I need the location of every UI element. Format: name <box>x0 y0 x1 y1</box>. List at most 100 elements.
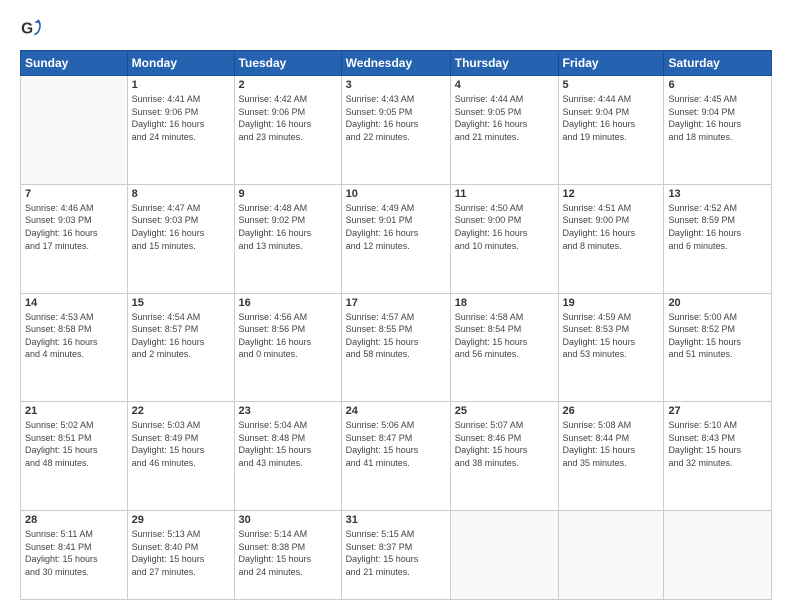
day-number: 18 <box>455 297 554 309</box>
day-number: 29 <box>132 514 230 526</box>
logo: G <box>20 18 46 40</box>
day-number: 23 <box>239 405 337 417</box>
day-number: 12 <box>563 188 660 200</box>
day-info: Sunrise: 4:51 AM Sunset: 9:00 PM Dayligh… <box>563 202 660 252</box>
calendar-cell: 14 Sunrise: 4:53 AM Sunset: 8:58 PM Dayli… <box>21 293 128 402</box>
header: G <box>20 18 772 40</box>
weekday-header-saturday: Saturday <box>664 51 772 76</box>
calendar-cell: 9Sunrise: 4:48 AM Sunset: 9:02 PM Daylig… <box>234 184 341 293</box>
day-number: 20 <box>668 297 767 309</box>
weekday-header-sunday: Sunday <box>21 51 128 76</box>
day-info: Sunrise: 4:43 AM Sunset: 9:05 PM Dayligh… <box>346 93 446 143</box>
day-info: Sunrise: 4:58 AM Sunset: 8:54 PM Dayligh… <box>455 311 554 361</box>
calendar-cell: 19 Sunrise: 4:59 AM Sunset: 8:53 PM Dayli… <box>558 293 664 402</box>
weekday-header-friday: Friday <box>558 51 664 76</box>
calendar-cell: 21 Sunrise: 5:02 AM Sunset: 8:51 PM Dayli… <box>21 402 128 511</box>
calendar-cell: 28 Sunrise: 5:11 AM Sunset: 8:41 PM Dayli… <box>21 511 128 600</box>
day-info: Sunrise: 4:57 AM Sunset: 8:55 PM Dayligh… <box>346 311 446 361</box>
calendar-cell: 11Sunrise: 4:50 AM Sunset: 9:00 PM Dayli… <box>450 184 558 293</box>
week-row-4: 21 Sunrise: 5:02 AM Sunset: 8:51 PM Dayli… <box>21 402 772 511</box>
day-info: Sunrise: 5:11 AM Sunset: 8:41 PM Dayligh… <box>25 528 123 578</box>
calendar-cell: 26 Sunrise: 5:08 AM Sunset: 8:44 PM Dayli… <box>558 402 664 511</box>
day-info: Sunrise: 4:50 AM Sunset: 9:00 PM Dayligh… <box>455 202 554 252</box>
calendar-cell: 8 Sunrise: 4:47 AM Sunset: 9:03 PM Daylig… <box>127 184 234 293</box>
day-info: Sunrise: 5:10 AM Sunset: 8:43 PM Dayligh… <box>668 419 767 469</box>
day-info: Sunrise: 4:45 AM Sunset: 9:04 PM Dayligh… <box>668 93 767 143</box>
day-number: 16 <box>239 297 337 309</box>
weekday-header-wednesday: Wednesday <box>341 51 450 76</box>
day-number: 30 <box>239 514 337 526</box>
calendar-table: SundayMondayTuesdayWednesdayThursdayFrid… <box>20 50 772 600</box>
calendar-cell: 6 Sunrise: 4:45 AM Sunset: 9:04 PM Daylig… <box>664 76 772 185</box>
day-number: 13 <box>668 188 767 200</box>
day-number: 22 <box>132 405 230 417</box>
day-number: 17 <box>346 297 446 309</box>
day-info: Sunrise: 5:04 AM Sunset: 8:48 PM Dayligh… <box>239 419 337 469</box>
week-row-5: 28 Sunrise: 5:11 AM Sunset: 8:41 PM Dayli… <box>21 511 772 600</box>
calendar-cell: 18 Sunrise: 4:58 AM Sunset: 8:54 PM Dayli… <box>450 293 558 402</box>
logo-icon: G <box>20 18 42 40</box>
day-number: 1 <box>132 79 230 91</box>
calendar-cell: 24Sunrise: 5:06 AM Sunset: 8:47 PM Dayli… <box>341 402 450 511</box>
day-number: 28 <box>25 514 123 526</box>
day-info: Sunrise: 5:06 AM Sunset: 8:47 PM Dayligh… <box>346 419 446 469</box>
calendar-cell: 15Sunrise: 4:54 AM Sunset: 8:57 PM Dayli… <box>127 293 234 402</box>
day-number: 21 <box>25 405 123 417</box>
day-number: 14 <box>25 297 123 309</box>
calendar-cell <box>558 511 664 600</box>
day-info: Sunrise: 5:08 AM Sunset: 8:44 PM Dayligh… <box>563 419 660 469</box>
day-info: Sunrise: 5:02 AM Sunset: 8:51 PM Dayligh… <box>25 419 123 469</box>
day-info: Sunrise: 4:44 AM Sunset: 9:05 PM Dayligh… <box>455 93 554 143</box>
day-number: 5 <box>563 79 660 91</box>
day-number: 2 <box>239 79 337 91</box>
calendar-cell: 20Sunrise: 5:00 AM Sunset: 8:52 PM Dayli… <box>664 293 772 402</box>
day-info: Sunrise: 5:15 AM Sunset: 8:37 PM Dayligh… <box>346 528 446 578</box>
day-number: 8 <box>132 188 230 200</box>
calendar-cell: 22Sunrise: 5:03 AM Sunset: 8:49 PM Dayli… <box>127 402 234 511</box>
day-info: Sunrise: 4:56 AM Sunset: 8:56 PM Dayligh… <box>239 311 337 361</box>
calendar-cell: 16 Sunrise: 4:56 AM Sunset: 8:56 PM Dayli… <box>234 293 341 402</box>
day-info: Sunrise: 4:53 AM Sunset: 8:58 PM Dayligh… <box>25 311 123 361</box>
day-number: 25 <box>455 405 554 417</box>
day-number: 26 <box>563 405 660 417</box>
day-number: 4 <box>455 79 554 91</box>
calendar-cell <box>664 511 772 600</box>
calendar-cell: 12 Sunrise: 4:51 AM Sunset: 9:00 PM Dayli… <box>558 184 664 293</box>
calendar-cell: 4 Sunrise: 4:44 AM Sunset: 9:05 PM Daylig… <box>450 76 558 185</box>
weekday-header-monday: Monday <box>127 51 234 76</box>
calendar-cell: 17 Sunrise: 4:57 AM Sunset: 8:55 PM Dayli… <box>341 293 450 402</box>
day-number: 10 <box>346 188 446 200</box>
calendar-cell: 1 Sunrise: 4:41 AM Sunset: 9:06 PM Daylig… <box>127 76 234 185</box>
calendar-cell: 31 Sunrise: 5:15 AM Sunset: 8:37 PM Dayli… <box>341 511 450 600</box>
weekday-header-row: SundayMondayTuesdayWednesdayThursdayFrid… <box>21 51 772 76</box>
day-number: 6 <box>668 79 767 91</box>
day-info: Sunrise: 4:44 AM Sunset: 9:04 PM Dayligh… <box>563 93 660 143</box>
day-info: Sunrise: 4:42 AM Sunset: 9:06 PM Dayligh… <box>239 93 337 143</box>
day-number: 7 <box>25 188 123 200</box>
day-info: Sunrise: 4:46 AM Sunset: 9:03 PM Dayligh… <box>25 202 123 252</box>
day-number: 31 <box>346 514 446 526</box>
calendar-cell: 25Sunrise: 5:07 AM Sunset: 8:46 PM Dayli… <box>450 402 558 511</box>
page: G SundayMondayTuesdayWednesdayThursdayFr… <box>0 0 792 612</box>
day-number: 27 <box>668 405 767 417</box>
calendar-cell: 30 Sunrise: 5:14 AM Sunset: 8:38 PM Dayli… <box>234 511 341 600</box>
calendar-cell: 27 Sunrise: 5:10 AM Sunset: 8:43 PM Dayli… <box>664 402 772 511</box>
week-row-1: 1 Sunrise: 4:41 AM Sunset: 9:06 PM Daylig… <box>21 76 772 185</box>
day-info: Sunrise: 5:14 AM Sunset: 8:38 PM Dayligh… <box>239 528 337 578</box>
weekday-header-thursday: Thursday <box>450 51 558 76</box>
day-number: 19 <box>563 297 660 309</box>
day-info: Sunrise: 5:13 AM Sunset: 8:40 PM Dayligh… <box>132 528 230 578</box>
calendar-cell: 10Sunrise: 4:49 AM Sunset: 9:01 PM Dayli… <box>341 184 450 293</box>
day-number: 3 <box>346 79 446 91</box>
day-info: Sunrise: 4:41 AM Sunset: 9:06 PM Dayligh… <box>132 93 230 143</box>
day-info: Sunrise: 4:47 AM Sunset: 9:03 PM Dayligh… <box>132 202 230 252</box>
day-info: Sunrise: 4:54 AM Sunset: 8:57 PM Dayligh… <box>132 311 230 361</box>
calendar-cell: 29 Sunrise: 5:13 AM Sunset: 8:40 PM Dayli… <box>127 511 234 600</box>
calendar-cell <box>450 511 558 600</box>
calendar-cell: 2 Sunrise: 4:42 AM Sunset: 9:06 PM Daylig… <box>234 76 341 185</box>
calendar-cell: 3 Sunrise: 4:43 AM Sunset: 9:05 PM Daylig… <box>341 76 450 185</box>
day-info: Sunrise: 4:52 AM Sunset: 8:59 PM Dayligh… <box>668 202 767 252</box>
week-row-2: 7 Sunrise: 4:46 AM Sunset: 9:03 PM Daylig… <box>21 184 772 293</box>
day-info: Sunrise: 4:59 AM Sunset: 8:53 PM Dayligh… <box>563 311 660 361</box>
weekday-header-tuesday: Tuesday <box>234 51 341 76</box>
